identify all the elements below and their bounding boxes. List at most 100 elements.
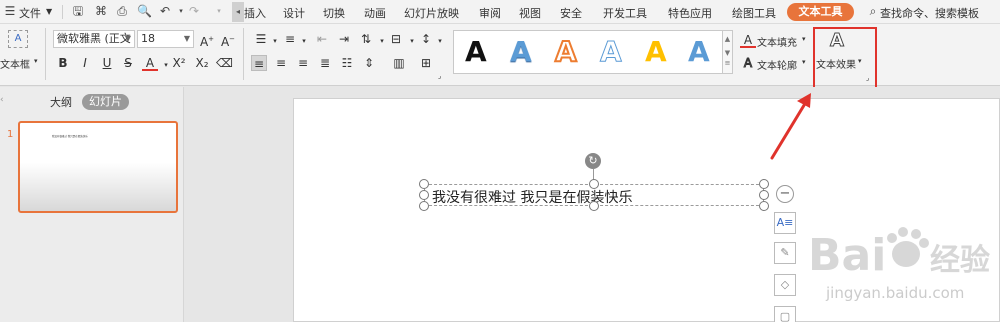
bold-icon[interactable]: B <box>55 55 71 71</box>
resize-handle[interactable] <box>759 190 769 200</box>
tab-design[interactable]: 设计 <box>283 5 305 21</box>
scroll-down-icon[interactable]: ▼ <box>723 49 732 57</box>
tab-scroll-left-icon[interactable]: ◂ <box>232 2 244 22</box>
numbered-dropdown-icon[interactable]: ▾ <box>296 33 312 49</box>
align-text-icon[interactable]: ⊟ <box>388 31 404 47</box>
text-box-content[interactable]: 我没有很难过 我只是在假装快乐 <box>432 187 632 207</box>
text-fill-icon[interactable]: A <box>740 32 756 48</box>
align-center-icon[interactable]: ≡ <box>273 55 289 71</box>
wordart-style-blue-solid[interactable]: A <box>688 33 710 71</box>
tab-security[interactable]: 安全 <box>560 5 582 21</box>
tab-animation[interactable]: 动画 <box>364 5 386 21</box>
decrease-font-size-icon[interactable]: A− <box>220 31 236 49</box>
align-right-icon[interactable]: ≡ <box>295 55 311 71</box>
italic-icon[interactable]: I <box>77 55 93 71</box>
frame-tool-icon[interactable]: ▢ <box>774 306 796 322</box>
paragraph-dialog-icon[interactable]: ⌟ <box>438 72 441 80</box>
distribute-icon[interactable]: ☷ <box>339 55 355 71</box>
resize-handle[interactable] <box>419 179 429 189</box>
font-color-icon[interactable]: A <box>142 55 158 71</box>
tab-stops-icon[interactable]: ⊞ <box>418 55 434 71</box>
resize-handle[interactable] <box>759 201 769 211</box>
wordart-gallery[interactable]: A A A A A A <box>453 30 723 74</box>
slides-panel: ‹ 大纲 幻灯片 1 我没有很难过 我只是在假装快乐 <box>0 87 184 322</box>
shape-outline-tool-icon[interactable]: ◇ <box>774 274 796 296</box>
more-dropdown-icon[interactable]: ▾ <box>212 4 226 18</box>
tab-slideshow[interactable]: 幻灯片放映 <box>404 5 459 21</box>
tab-developer[interactable]: 开发工具 <box>603 5 647 21</box>
rotate-handle-icon[interactable]: ↻ <box>585 153 601 169</box>
resize-handle[interactable] <box>589 201 599 211</box>
text-style-tool-icon[interactable]: A≡ <box>774 212 796 234</box>
tab-view[interactable]: 视图 <box>519 5 541 21</box>
hamburger-menu-icon[interactable]: ☰ <box>3 4 17 18</box>
text-fill-button[interactable]: 文本填充 <box>757 34 797 49</box>
save-icon[interactable]: 🖫 <box>71 4 85 18</box>
chevron-down-icon[interactable]: ▼ <box>46 7 52 16</box>
tab-slides[interactable]: 幻灯片 <box>82 94 129 110</box>
resize-handle[interactable] <box>419 190 429 200</box>
clear-format-icon[interactable]: ⌫ <box>216 55 233 71</box>
line-spacing-dropdown-icon[interactable]: ▾ <box>432 33 448 49</box>
columns-icon[interactable]: ▥ <box>391 55 407 71</box>
underline-icon[interactable]: U <box>99 55 115 71</box>
text-outline-button[interactable]: 文本轮廓 <box>757 57 797 72</box>
text-dialog-icon[interactable]: ⌟ <box>866 74 869 82</box>
tab-outline[interactable]: 大纲 <box>50 94 72 110</box>
tab-text-tools[interactable]: 文本工具 <box>787 3 854 21</box>
increase-font-size-icon[interactable]: A+ <box>199 31 215 49</box>
file-menu[interactable]: 文件 <box>19 5 41 21</box>
resize-handle[interactable] <box>589 179 599 189</box>
decrease-indent-icon[interactable]: ⇤ <box>314 31 330 47</box>
tab-review[interactable]: 审阅 <box>479 5 501 21</box>
wordart-style-black[interactable]: A <box>465 33 487 71</box>
menu-bar: ☰ 文件 ▼ 🖫 ⌘ ⎙ 🔍 ↶ ▾ ↷ ▾ ◂ 插入 设计 切换 动画 幻灯片… <box>0 0 1000 24</box>
wordart-style-orange-outline[interactable]: A <box>554 33 578 71</box>
wordart-style-blue[interactable]: A <box>510 33 532 71</box>
align-left-icon[interactable]: ≡ <box>251 55 267 71</box>
increase-indent-icon[interactable]: ⇥ <box>336 31 352 47</box>
tab-insert[interactable]: 插入 <box>244 5 266 21</box>
paragraph-spacing-icon[interactable]: ⇕ <box>361 55 377 71</box>
textbox-icon[interactable]: A <box>8 30 28 48</box>
strikethrough-icon[interactable]: S <box>120 55 136 71</box>
print-preview-icon[interactable]: 🔍 <box>137 4 152 18</box>
tab-features[interactable]: 特色应用 <box>668 5 712 21</box>
search-box[interactable]: 查找命令、搜索模板 <box>880 5 979 21</box>
slide-thumbnail[interactable]: 我没有很难过 我只是在假装快乐 <box>18 121 178 213</box>
font-size-dropdown[interactable]: 18 ▼ <box>137 30 194 48</box>
undo-dropdown-icon[interactable]: ▾ <box>174 4 188 18</box>
wordart-style-yellow[interactable]: A <box>645 33 667 71</box>
subscript-icon[interactable]: X₂ <box>194 55 210 71</box>
textbox-dropdown-icon[interactable]: ▾ <box>34 57 38 65</box>
text-direction-icon[interactable]: ⇅ <box>358 31 374 47</box>
tab-transition[interactable]: 切换 <box>323 5 345 21</box>
superscript-icon[interactable]: X² <box>171 55 187 71</box>
scroll-up-icon[interactable]: ▲ <box>723 35 732 43</box>
print-icon[interactable]: ⎙ <box>115 4 129 18</box>
text-fill-dropdown-icon[interactable]: ▾ <box>802 35 806 43</box>
gallery-expand-icon[interactable]: ≡ <box>723 59 732 67</box>
wordart-gallery-scroll[interactable]: ▲ ▼ ≡ <box>723 30 733 74</box>
redo-icon[interactable]: ↷ <box>187 4 201 18</box>
text-outline-dropdown-icon[interactable]: ▾ <box>802 58 806 66</box>
font-name-dropdown[interactable]: 微软雅黑 (正文 ▼ <box>53 30 135 48</box>
text-outline-icon[interactable]: A <box>740 55 756 71</box>
textbox-button[interactable]: 文本框 <box>0 56 30 71</box>
font-size-value: 18 <box>141 32 155 45</box>
resize-handle[interactable] <box>419 201 429 211</box>
undo-icon[interactable]: ↶ <box>158 4 172 18</box>
chevron-down-icon: ▼ <box>124 34 131 43</box>
resize-handle[interactable] <box>759 179 769 189</box>
wordart-style-blue-outline[interactable]: A <box>600 33 623 71</box>
thumbnail-text: 我没有很难过 我只是在假装快乐 <box>52 135 88 138</box>
search-icon[interactable]: ⌕ <box>866 4 880 18</box>
tab-drawing-tools[interactable]: 绘图工具 <box>732 5 776 21</box>
format-painter-icon[interactable]: ⌘ <box>94 4 108 18</box>
shape-fill-tool-icon[interactable]: ✎ <box>774 242 796 264</box>
collapse-panel-icon[interactable]: ‹ <box>0 95 4 105</box>
collapse-tools-icon[interactable]: − <box>776 185 794 203</box>
bullet-dropdown-icon[interactable]: ▾ <box>267 33 283 49</box>
justify-icon[interactable]: ≣ <box>317 55 333 71</box>
divider <box>45 28 46 80</box>
